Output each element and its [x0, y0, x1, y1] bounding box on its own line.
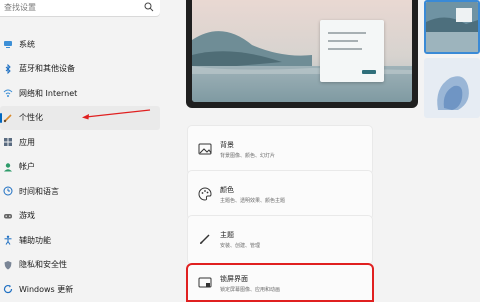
sidebar-item-system[interactable]: 系统: [0, 32, 165, 57]
card-subtitle: 主题色、透明效果、颜色主题: [220, 198, 286, 204]
settings-card-background[interactable]: 背景 背景图像、颜色、幻灯片: [188, 126, 372, 174]
sidebar-item-label: 帐户: [19, 162, 35, 172]
account-icon: [3, 162, 13, 172]
sidebar-item-network[interactable]: 网络和 Internet: [0, 81, 165, 106]
preview-dialog-window: [320, 20, 384, 82]
selection-indicator: [0, 112, 2, 123]
card-subtitle: 背景图像、颜色、幻灯片: [220, 153, 276, 159]
card-title: 主题: [220, 231, 234, 239]
annotation-arrow: [82, 109, 151, 120]
personalization-preview: [186, 0, 418, 108]
sidebar: 查找设置 系统 蓝牙和其他设备 网络和 Internet 个性化 应用 帐户 时…: [0, 0, 165, 300]
sidebar-item-label: 个性化: [19, 113, 43, 123]
time-language-icon: [3, 186, 13, 196]
sidebar-item-label: 网络和 Internet: [19, 88, 78, 98]
sidebar-item-label: 隐私和安全性: [19, 260, 67, 270]
settings-card-lock-screen[interactable]: 锁屏界面 锁定屏幕图像、应用和动画: [188, 265, 372, 300]
sidebar-item-bluetooth[interactable]: 蓝牙和其他设备: [0, 57, 165, 82]
sidebar-item-account[interactable]: 帐户: [0, 155, 165, 180]
privacy-shield-icon: [3, 260, 13, 270]
theme-thumbnail-selected[interactable]: [424, 0, 480, 54]
palette-icon: [198, 187, 212, 201]
card-subtitle: 锁定屏幕图像、应用和动画: [220, 287, 281, 293]
sidebar-item-label: Windows 更新: [19, 284, 74, 294]
sidebar-item-label: 系统: [19, 39, 35, 49]
windows-update-icon: [3, 284, 13, 294]
preview-dialog-line: [328, 48, 362, 50]
accessibility-icon: [3, 235, 13, 246]
gaming-icon: [3, 211, 13, 221]
sidebar-item-windows-update[interactable]: Windows 更新: [0, 277, 165, 302]
card-subtitle: 安装、创建、管理: [220, 243, 261, 249]
network-icon: [3, 88, 13, 98]
image-icon: [198, 143, 212, 155]
system-icon: [3, 39, 13, 49]
brush-icon: [200, 234, 210, 244]
search-box[interactable]: 查找设置: [0, 0, 160, 16]
sidebar-item-privacy[interactable]: 隐私和安全性: [0, 253, 165, 278]
sidebar-item-label: 辅助功能: [19, 235, 51, 245]
card-title: 锁屏界面: [220, 275, 248, 283]
sidebar-item-label: 蓝牙和其他设备: [19, 64, 75, 74]
search-icon[interactable]: [144, 2, 154, 12]
bluetooth-icon: [3, 63, 13, 74]
apps-icon: [3, 137, 13, 147]
sidebar-item-time-language[interactable]: 时间和语言: [0, 179, 165, 204]
sidebar-nav: 系统 蓝牙和其他设备 网络和 Internet 个性化 应用 帐户 时间和语言 …: [0, 32, 165, 302]
sidebar-item-gaming[interactable]: 游戏: [0, 204, 165, 229]
settings-card-themes[interactable]: 主题 安装、创建、管理: [188, 216, 372, 264]
sidebar-item-label: 时间和语言: [19, 186, 59, 196]
sidebar-item-label: 游戏: [19, 211, 35, 221]
lock-screen-icon: [198, 277, 212, 288]
sidebar-item-apps[interactable]: 应用: [0, 130, 165, 155]
theme-thumbnail[interactable]: [424, 58, 480, 118]
preview-wallpaper: [192, 0, 412, 102]
sidebar-item-label: 应用: [19, 137, 35, 147]
search-placeholder: 查找设置: [4, 3, 36, 12]
personalization-brush-icon: [3, 113, 13, 123]
preview-dialog-line: [328, 40, 358, 42]
sidebar-item-accessibility[interactable]: 辅助功能: [0, 228, 165, 253]
card-title: 背景: [220, 141, 234, 149]
card-title: 颜色: [220, 186, 234, 194]
settings-card-colors[interactable]: 颜色 主题色、透明效果、颜色主题: [188, 171, 372, 219]
preview-dialog-line: [328, 32, 366, 34]
preview-dialog-button: [362, 70, 376, 74]
